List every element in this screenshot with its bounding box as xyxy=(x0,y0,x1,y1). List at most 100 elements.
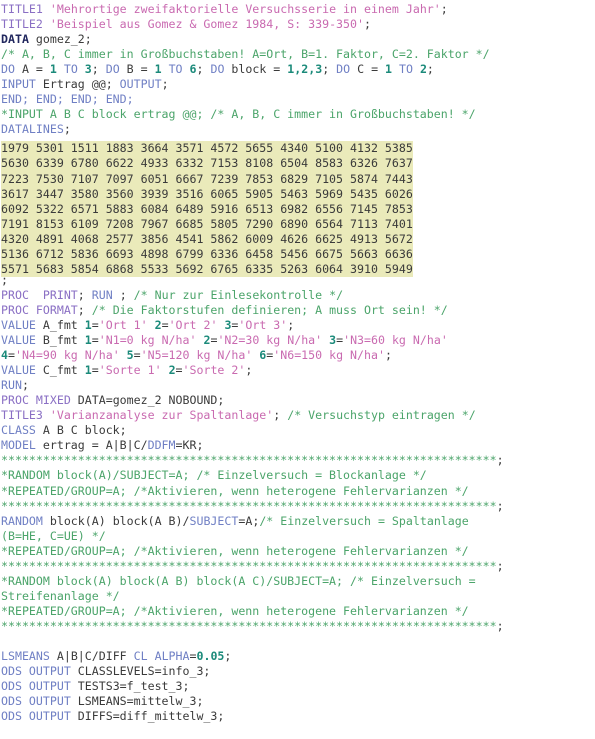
code-line-star-repeated-1: *REPEATED/GROUP=A; /*Aktivieren, wenn he… xyxy=(1,484,595,499)
code-line-stars-3: ****************************************… xyxy=(1,559,595,574)
semicolon: ; xyxy=(273,408,288,423)
proc-mixed-keyword: PROC MIXED xyxy=(1,393,71,408)
lsmeans-keyword: LSMEANS xyxy=(1,649,50,664)
code-line-stars-2: ****************************************… xyxy=(1,499,595,514)
do-a-start: 1 xyxy=(49,62,57,77)
datalines-row: 5571 5683 5854 6868 5533 5692 6765 6335 … xyxy=(1,261,413,277)
semicolon: ; xyxy=(224,649,232,664)
comment-text: /* Die Faktorstufen definieren; A muss O… xyxy=(91,302,448,317)
datalines-row-wrap: 1979 5301 1511 1883 3664 3571 4572 5655 … xyxy=(1,137,595,157)
semicolon: ; xyxy=(21,378,29,393)
run-keyword: RUN xyxy=(91,287,113,302)
label-3: 'Ort 3' xyxy=(238,317,288,332)
title2-string: 'Beispiel aus Gomez & Gomez 1984, S: 339… xyxy=(49,17,364,32)
data-keyword: DATA xyxy=(1,32,29,47)
do-keyword-block: DO xyxy=(210,62,225,77)
semicolon: ; xyxy=(287,317,295,332)
to-keyword-c: TO xyxy=(392,62,420,77)
subject-value: =A; xyxy=(238,513,260,528)
equals: = xyxy=(7,348,15,363)
commented-random-block: *RANDOM block(A)/SUBJECT=A; /* Einzelver… xyxy=(1,468,427,483)
dataset-name: gomez_2; xyxy=(28,32,92,47)
do-var-a: A = xyxy=(14,62,50,77)
label-1: 'Ort 1' xyxy=(98,317,148,332)
do-c-start: 1 xyxy=(385,62,393,77)
code-line-title3: TITLE3 'Varianzanalyse zur Spaltanlage';… xyxy=(1,408,595,423)
class-keyword: CLASS xyxy=(1,423,36,438)
label-6: 'N6=150 kg N/ha' xyxy=(273,348,385,363)
ddfm-value: =KR; xyxy=(175,438,204,453)
code-line-stars-4: ****************************************… xyxy=(1,619,595,634)
proc-keyword: PROC xyxy=(1,287,29,302)
alpha-keyword: ALPHA xyxy=(154,649,190,664)
code-line-random-comment-cont: (B=HE, C=UE) */ xyxy=(1,529,595,544)
star-separator: ****************************************… xyxy=(1,618,497,633)
format-name: C_fmt xyxy=(35,363,85,378)
label-4: 'N4=90 kg N/ha' xyxy=(14,348,120,363)
code-line-ods-4: ODS OUTPUT DIFFS=diff_mittelw_3; xyxy=(1,709,595,724)
alpha-value: 0.05 xyxy=(196,649,225,664)
do-keyword-c: DO xyxy=(336,62,351,77)
title1-keyword: TITLE1 xyxy=(1,2,50,16)
commented-repeated: *REPEATED/GROUP=A; /*Aktivieren, wenn he… xyxy=(1,603,469,618)
title1-string: 'Mehrortige zweifaktorielle Versuchsseri… xyxy=(49,2,441,16)
model-keyword: MODEL xyxy=(1,438,36,453)
semicolon: ; xyxy=(496,453,504,468)
sas-code-editor[interactable]: TITLE1 'Mehrortige zweifaktorielle Versu… xyxy=(0,0,595,739)
semicolon: ; xyxy=(363,17,371,32)
star-separator: ****************************************… xyxy=(1,558,497,573)
format-name: A_fmt xyxy=(35,317,85,332)
code-line-star-input: *INPUT A B C block ertrag @@; /* A, B, C… xyxy=(1,107,595,122)
code-line-star-random-strip-cont: Streifenanlage */ xyxy=(1,589,595,604)
to-keyword-b: TO xyxy=(161,62,190,77)
code-line-ods-2: ODS OUTPUT TESTS3=f_test_3; xyxy=(1,679,595,694)
value-keyword: VALUE xyxy=(1,333,36,348)
code-line-value-b-cont: 4='N4=90 kg N/ha' 5='N5=120 kg N/ha' 6='… xyxy=(1,348,595,363)
star-separator: ****************************************… xyxy=(1,498,497,513)
sep1: ; xyxy=(91,62,106,77)
comment-text: /* A, B, C immer in Großbuchstaben! A=Or… xyxy=(1,47,490,62)
equals: = xyxy=(91,333,99,348)
ddfm-keyword: DDFM xyxy=(147,438,176,453)
code-line-value-c: VALUE C_fmt 1='Sorte 1' 2='Sorte 2'; xyxy=(1,363,595,378)
do-b-end: 6 xyxy=(189,62,197,77)
class-vars: A B C block; xyxy=(35,423,127,438)
cl-keyword: CL xyxy=(133,649,148,664)
ods-target: LSMEANS=mittelw_3; xyxy=(70,694,204,709)
datalines-row-wrap: 4320 4891 4068 2577 3856 4541 5862 6009 … xyxy=(1,228,595,247)
input-args: Ertrag @@; xyxy=(35,77,120,92)
equals: = xyxy=(91,363,99,378)
semicolon: ; xyxy=(63,122,71,137)
code-line-ods-3: ODS OUTPUT LSMEANS=mittelw_3; xyxy=(1,694,595,709)
code-line-star-repeated-3: *REPEATED/GROUP=A; /*Aktivieren, wenn he… xyxy=(1,604,595,619)
comment-text-cont: (B=HE, C=UE) */ xyxy=(1,528,106,543)
code-line-proc-print: PROC PRINT; RUN ; /* Nur zur Einlesekont… xyxy=(1,288,595,303)
equals: = xyxy=(133,348,141,363)
subject-keyword: SUBJECT xyxy=(189,513,239,528)
do-a-end: 3 xyxy=(84,62,92,77)
sep4: ; xyxy=(426,62,434,77)
star-separator: ****************************************… xyxy=(1,453,497,468)
label-1: 'N1=0 kg N/ha' xyxy=(98,333,197,348)
code-line-random: RANDOM block(A) block(A B)/SUBJECT=A;/* … xyxy=(1,514,595,529)
ods-target: CLASSLEVELS=info_3; xyxy=(70,664,211,679)
code-line-do-loops: DO A = 1 TO 3; DO B = 1 TO 6; DO block =… xyxy=(1,62,595,77)
level-1: 1 xyxy=(84,363,92,378)
do-var-b: B = xyxy=(119,62,155,77)
ods-output-keyword: ODS OUTPUT xyxy=(1,679,71,694)
label-1: 'Sorte 1' xyxy=(98,363,162,378)
code-line-input-output: INPUT Ertrag @@; OUTPUT; xyxy=(1,77,595,92)
code-line-model: MODEL ertrag = A|B|C/DDFM=KR; xyxy=(1,438,595,453)
random-effects: block(A) block(A B)/ xyxy=(42,513,190,528)
semicolon: ; xyxy=(440,2,448,16)
comment-text: /* Versuchstyp eintragen */ xyxy=(287,408,476,423)
ods-output-keyword: ODS OUTPUT xyxy=(1,694,71,709)
semicolon: ; xyxy=(161,77,169,92)
semicolon: ; xyxy=(112,287,134,302)
commented-repeated: *REPEATED/GROUP=A; /*Aktivieren, wenn he… xyxy=(1,483,469,498)
level-5: 5 xyxy=(126,348,134,363)
